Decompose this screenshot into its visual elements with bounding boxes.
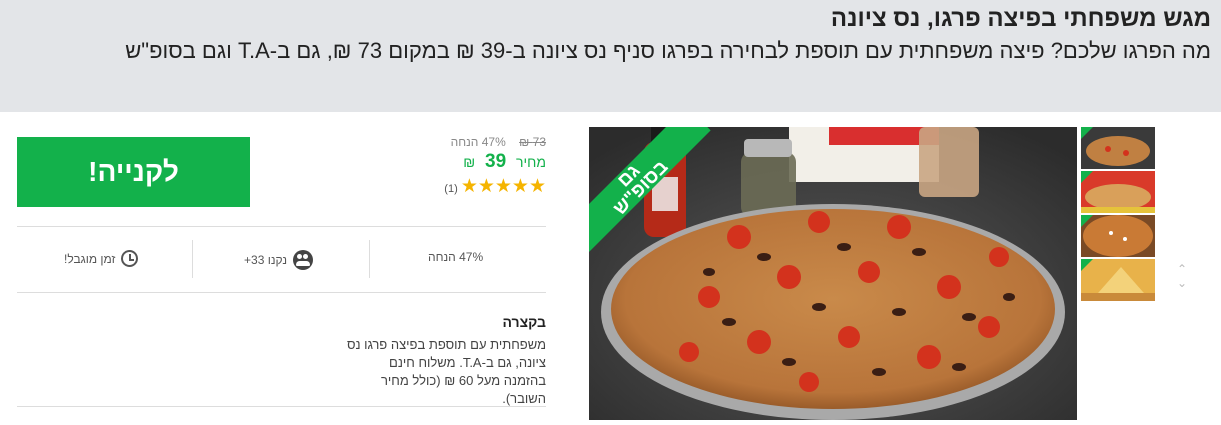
stat-limited-label: זמן מוגבל! — [64, 251, 116, 266]
old-price-row: 73 ₪ 47% הנחה — [420, 135, 546, 149]
thumbnail-strip — [1081, 127, 1155, 303]
rating-stars: ★★★★★ — [460, 176, 546, 197]
deal-header: מגש משפחתי בפיצה פרגו, נס ציונה מה הפרגו… — [0, 0, 1221, 112]
discount-label: 47% הנחה — [450, 135, 506, 149]
brief-text: משפחתית עם תוספת בפיצה פרגו נס ציונה, גם… — [346, 337, 546, 406]
price-value: 39 — [485, 151, 507, 172]
stat-bought-label: נקנו 33+ — [244, 253, 288, 267]
stat-discount: 47% הנחה — [428, 250, 483, 264]
buy-button[interactable]: לקנייה! — [17, 137, 250, 207]
price-currency: ₪ — [463, 154, 476, 170]
thumbnail-tag — [1081, 259, 1093, 271]
rating-row: ★★★★★ (1) — [420, 175, 546, 198]
thumbnail-tag — [1081, 171, 1093, 183]
price-box: 73 ₪ 47% הנחה מחיר 39 ₪ ★★★★★ (1) — [420, 135, 546, 198]
main-product-image[interactable]: גם בסופ"ש — [589, 127, 1077, 420]
chevron-down-icon[interactable]: ⌄ — [1175, 276, 1189, 290]
divider — [17, 226, 546, 227]
brief-section: בקצרה משפחתית עם תוספת בפיצה פרגו נס ציו… — [345, 314, 546, 408]
review-count[interactable]: (1) — [444, 183, 457, 195]
thumbnail-1[interactable] — [1081, 127, 1155, 169]
thumbnail-3[interactable] — [1081, 215, 1155, 257]
stat-discount-label: 47% הנחה — [428, 250, 484, 264]
thumbnail-4[interactable] — [1081, 259, 1155, 301]
brief-heading: בקצרה — [502, 314, 546, 330]
people-icon — [293, 250, 314, 270]
price-row: מחיר 39 ₪ — [420, 151, 546, 173]
stat-limited: זמן מוגבל! — [64, 250, 139, 267]
thumbnail-nav: ⌃ ⌄ — [1175, 262, 1189, 290]
chevron-up-icon[interactable]: ⌃ — [1175, 262, 1189, 276]
thumbnail-tag — [1081, 215, 1093, 227]
clock-icon — [121, 250, 139, 267]
divider — [17, 406, 546, 407]
deal-title: מגש משפחתי בפיצה פרגו, נס ציונה — [830, 5, 1211, 32]
divider — [369, 240, 370, 278]
old-price: 73 ₪ — [519, 135, 546, 149]
divider — [17, 292, 546, 293]
stat-bought: נקנו 33+ — [244, 250, 314, 270]
thumbnail-tag — [1081, 127, 1093, 139]
price-label: מחיר — [516, 154, 546, 170]
thumbnail-2[interactable] — [1081, 171, 1155, 213]
divider — [192, 240, 193, 278]
deal-subtitle: מה הפרגו שלכם? פיצה משפחתית עם תוספת לבח… — [125, 38, 1211, 63]
